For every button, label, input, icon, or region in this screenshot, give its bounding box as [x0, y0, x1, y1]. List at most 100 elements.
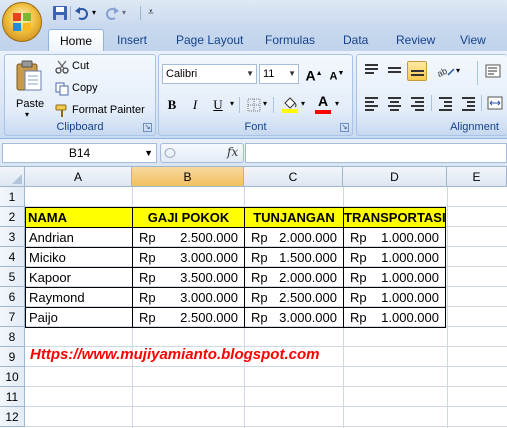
font-name-value: Calibri — [166, 68, 198, 80]
tab-formulas[interactable]: Formulas — [265, 29, 315, 51]
insert-function-button[interactable]: fx — [227, 145, 238, 159]
copy-button[interactable]: Copy — [72, 82, 98, 94]
transport-cell[interactable]: Rp 1.000.000 — [343, 247, 446, 268]
select-all-button[interactable] — [0, 167, 25, 187]
blog-url-text[interactable]: Https://www.mujiyamianto.blogspot.com — [30, 346, 319, 363]
customize-icon[interactable]: ⩡ — [148, 5, 164, 21]
name-cell[interactable]: Kapoor — [25, 267, 133, 288]
borders-icon[interactable] — [247, 98, 261, 112]
copy-icon[interactable] — [55, 82, 69, 96]
tab-view[interactable]: View — [460, 29, 486, 51]
tab-home[interactable]: Home — [48, 29, 105, 51]
header-cell-transportasi[interactable]: TRANSPORTASI — [343, 207, 446, 228]
resize-handle-icon[interactable] — [163, 147, 177, 159]
row-header[interactable]: 7 — [0, 307, 25, 327]
font-size-combo[interactable]: 11 ▼ — [259, 64, 299, 84]
bottom-align-button[interactable] — [407, 61, 427, 81]
tab-insert[interactable]: Insert — [117, 29, 147, 51]
transport-cell[interactable]: Rp 1.000.000 — [343, 267, 446, 288]
column-header-e[interactable]: E — [447, 167, 507, 187]
underline-button[interactable]: U — [208, 95, 228, 115]
formula-input[interactable] — [245, 143, 507, 163]
gaji-cell[interactable]: Rp 2.500.000 — [132, 307, 245, 328]
tunjangan-cell[interactable]: Rp 1.500.000 — [244, 247, 344, 268]
fill-color-dropdown-icon[interactable]: ▾ — [301, 99, 305, 108]
borders-dropdown-icon[interactable]: ▾ — [263, 99, 267, 108]
header-cell-gaji-pokok[interactable]: GAJI POKOK — [132, 207, 245, 228]
font-size-dropdown-icon[interactable]: ▼ — [288, 65, 296, 83]
font-name-dropdown-icon[interactable]: ▼ — [246, 65, 254, 83]
column-header-b[interactable]: B — [132, 167, 244, 187]
underline-dropdown-icon[interactable]: ▾ — [230, 99, 234, 108]
font-dialog-launcher-icon[interactable]: ↘ — [340, 123, 349, 132]
center-button[interactable] — [384, 93, 404, 113]
redo-icon[interactable] — [104, 5, 120, 21]
gaji-cell[interactable]: Rp 2.500.000 — [132, 227, 245, 248]
column-header-d[interactable]: D — [343, 167, 447, 187]
header-cell-tunjangan[interactable]: TUNJANGAN — [244, 207, 344, 228]
name-box-dropdown-icon[interactable]: ▼ — [144, 144, 153, 162]
merge-center-icon[interactable] — [487, 96, 503, 110]
save-icon[interactable] — [52, 5, 68, 21]
transport-cell[interactable]: Rp 1.000.000 — [343, 287, 446, 308]
name-cell[interactable]: Miciko — [25, 247, 133, 268]
tunjangan-cell[interactable]: Rp 2.500.000 — [244, 287, 344, 308]
wrap-text-icon[interactable] — [485, 64, 501, 78]
transport-cell[interactable]: Rp 1.000.000 — [343, 227, 446, 248]
column-header-c[interactable]: C — [244, 167, 343, 187]
row-header[interactable]: 1 — [0, 187, 25, 207]
tab-page-layout[interactable]: Page Layout — [176, 29, 243, 51]
tunjangan-cell[interactable]: Rp 2.000.000 — [244, 227, 344, 248]
row-header[interactable]: 6 — [0, 287, 25, 307]
font-color-dropdown-icon[interactable]: ▾ — [335, 99, 339, 108]
grow-font-button[interactable]: A▲ — [304, 64, 324, 84]
row-header[interactable]: 8 — [0, 327, 25, 347]
fill-color-icon[interactable] — [281, 95, 299, 113]
format-painter-button[interactable]: Format Painter — [72, 104, 145, 116]
transport-cell[interactable]: Rp 1.000.000 — [343, 307, 446, 328]
redo-dropdown-icon[interactable]: ▾ — [122, 5, 138, 21]
tunjangan-cell[interactable]: Rp 2.000.000 — [244, 267, 344, 288]
row-header[interactable]: 10 — [0, 367, 25, 387]
row-header[interactable]: 5 — [0, 267, 25, 287]
office-button[interactable] — [2, 2, 42, 42]
header-cell-nama[interactable]: NAMA — [25, 207, 133, 228]
name-cell[interactable]: Paijo — [25, 307, 133, 328]
undo-icon[interactable] — [74, 5, 90, 21]
cut-button[interactable]: Cut — [72, 60, 89, 72]
row-header[interactable]: 2 — [0, 207, 25, 227]
row-header[interactable]: 11 — [0, 387, 25, 407]
paste-button[interactable]: Paste ▾ — [9, 58, 49, 120]
column-header-a[interactable]: A — [25, 167, 132, 187]
cut-icon[interactable] — [55, 60, 69, 74]
decrease-indent-button[interactable] — [435, 93, 455, 113]
increase-indent-button[interactable] — [458, 93, 478, 113]
tab-review[interactable]: Review — [396, 29, 435, 51]
gaji-cell[interactable]: Rp 3.000.000 — [132, 247, 245, 268]
align-right-button[interactable] — [407, 93, 427, 113]
tab-data[interactable]: Data — [343, 29, 368, 51]
name-cell[interactable]: Andrian — [25, 227, 133, 248]
format-painter-icon[interactable] — [55, 104, 69, 118]
top-align-button[interactable] — [361, 61, 381, 81]
middle-align-button[interactable] — [384, 61, 404, 81]
font-color-button[interactable]: A — [313, 93, 333, 114]
row-header[interactable]: 12 — [0, 407, 25, 427]
paste-dropdown-icon[interactable]: ▾ — [25, 110, 29, 119]
orientation-icon[interactable]: ab — [437, 64, 455, 78]
gaji-cell[interactable]: Rp 3.500.000 — [132, 267, 245, 288]
italic-button[interactable]: I — [185, 95, 205, 115]
font-name-combo[interactable]: Calibri ▼ — [162, 64, 257, 84]
tunjangan-cell[interactable]: Rp 3.000.000 — [244, 307, 344, 328]
gaji-cell[interactable]: Rp 3.000.000 — [132, 287, 245, 308]
shrink-font-button[interactable]: A▼ — [327, 64, 347, 84]
name-box[interactable]: B14 ▼ — [2, 143, 157, 163]
bold-button[interactable]: B — [162, 95, 182, 115]
align-left-button[interactable] — [361, 93, 381, 113]
row-header[interactable]: 9 — [0, 347, 25, 367]
orientation-dropdown-icon[interactable]: ▾ — [456, 66, 460, 75]
name-cell[interactable]: Raymond — [25, 287, 133, 308]
row-header[interactable]: 3 — [0, 227, 25, 247]
clipboard-dialog-launcher-icon[interactable]: ↘ — [143, 123, 152, 132]
row-header[interactable]: 4 — [0, 247, 25, 267]
